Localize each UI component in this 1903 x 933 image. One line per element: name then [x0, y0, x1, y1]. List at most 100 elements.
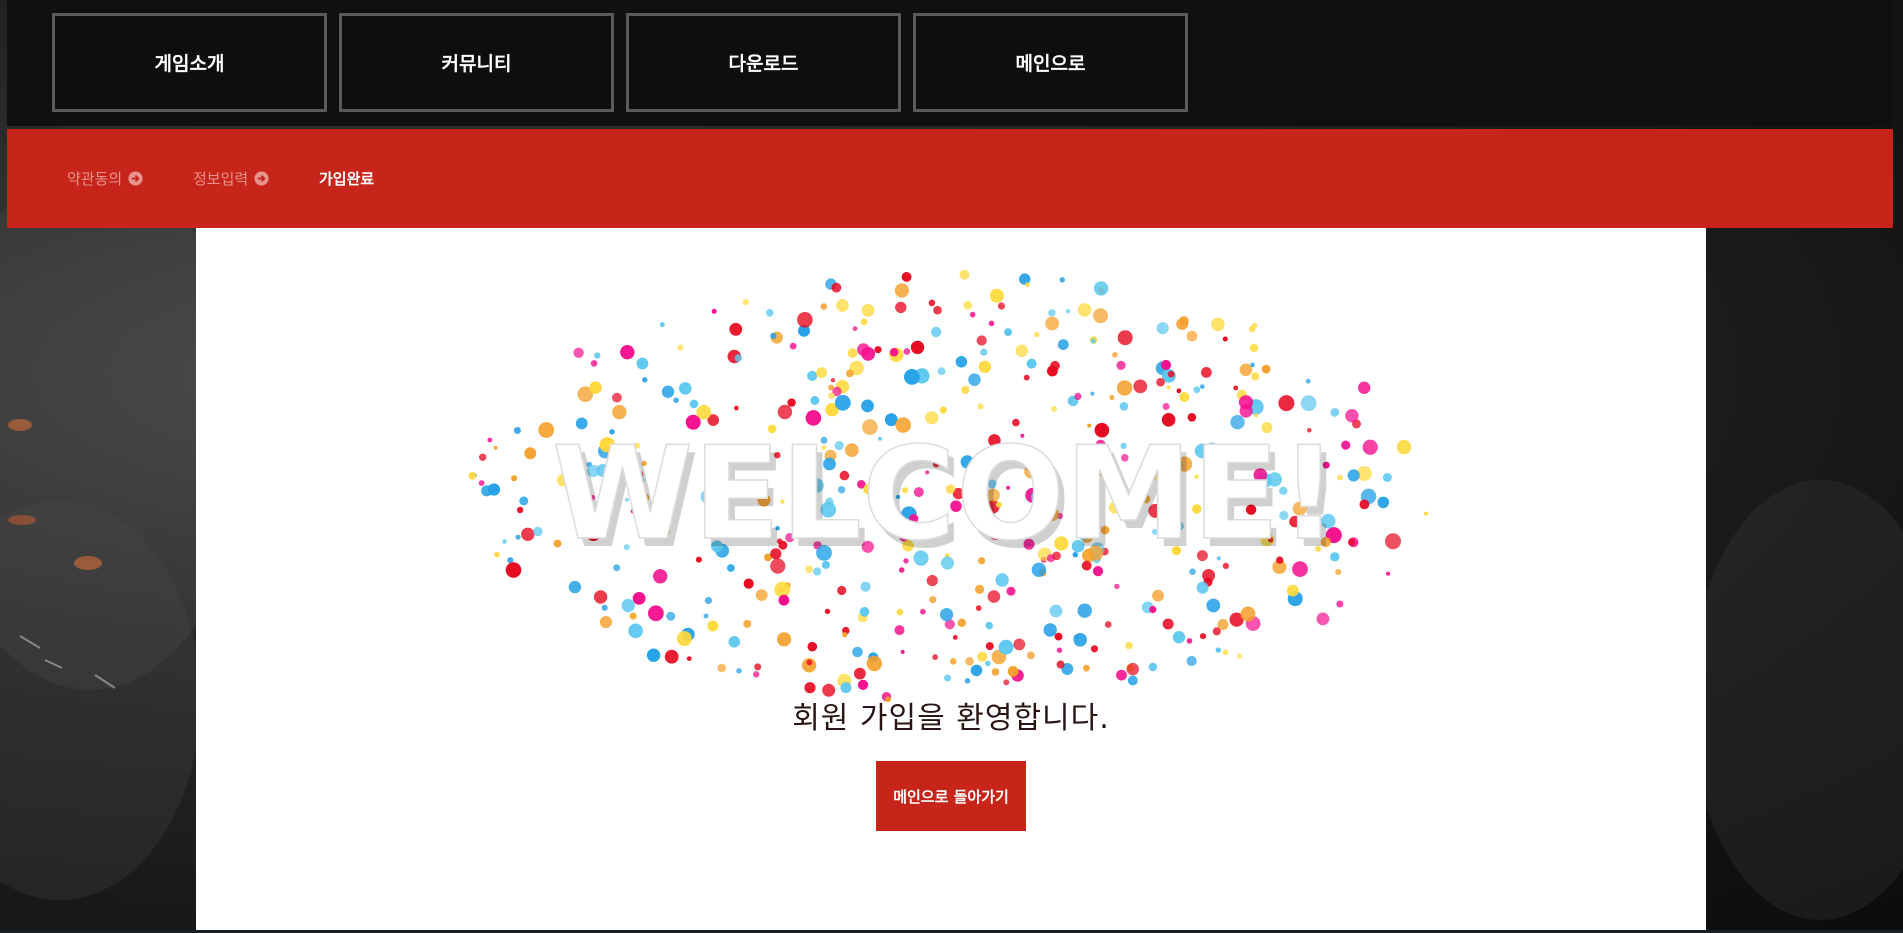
- confetti-dot: [1116, 360, 1126, 370]
- confetti-dot: [807, 370, 818, 381]
- confetti-dot: [950, 658, 957, 665]
- confetti-dot: [861, 399, 874, 413]
- confetti-dot: [1056, 647, 1063, 653]
- confetti-dot: [755, 589, 768, 601]
- confetti-dot: [620, 345, 635, 360]
- confetti-dot: [766, 309, 774, 317]
- nav-community-button[interactable]: 커뮤니티: [339, 13, 614, 112]
- confetti-dot: [1156, 377, 1165, 387]
- confetti-dot: [1359, 499, 1370, 510]
- confetti-dot: [676, 631, 692, 647]
- confetti-dot: [642, 377, 648, 383]
- confetti-dot: [920, 608, 926, 615]
- confetti-dot: [478, 480, 485, 486]
- confetti-dot: [679, 382, 692, 395]
- confetti-dot: [937, 367, 946, 376]
- back-to-main-button[interactable]: 메인으로 돌아가기: [876, 761, 1026, 831]
- confetti-dot: [1200, 384, 1205, 389]
- confetti-dot: [988, 320, 995, 327]
- confetti-dot: [1377, 496, 1390, 509]
- confetti-dot: [836, 299, 849, 312]
- confetti-dot: [930, 326, 942, 338]
- confetti-dot: [481, 485, 493, 497]
- confetti-dot: [1127, 675, 1138, 686]
- confetti-dot: [1237, 653, 1243, 659]
- nav-download-button[interactable]: 다운로드: [626, 13, 901, 112]
- confetti-dot: [632, 592, 646, 605]
- confetti-dot: [1093, 281, 1109, 296]
- confetti-dot: [976, 335, 987, 346]
- confetti-dot: [1059, 277, 1065, 283]
- confetti-dot: [970, 664, 983, 677]
- confetti-dot: [659, 322, 665, 328]
- confetti-dot: [502, 539, 507, 544]
- confetti-dot: [1215, 647, 1221, 653]
- confetti-dot: [743, 619, 752, 628]
- confetti-dot: [1114, 583, 1120, 590]
- confetti-dot: [754, 663, 762, 671]
- confetti-dot: [987, 590, 1001, 603]
- confetti-dot: [1336, 600, 1344, 608]
- confetti-dot: [859, 607, 870, 617]
- confetti-dot: [703, 613, 709, 619]
- step-label: 정보입력: [193, 170, 249, 188]
- welcome-banner-text: WELCOME!: [552, 420, 1338, 569]
- confetti-dot: [806, 659, 813, 666]
- confetti-dot: [1057, 339, 1069, 350]
- confetti-dot: [1090, 391, 1095, 396]
- confetti-dot: [1186, 655, 1197, 667]
- confetti-dot: [896, 608, 904, 616]
- top-navigation: 게임소개 커뮤니티 다운로드 메인으로: [7, 0, 1893, 126]
- confetti-dot: [854, 667, 866, 680]
- confetti-dot: [860, 581, 871, 592]
- confetti-dot: [969, 311, 976, 318]
- confetti-dot: [521, 527, 535, 541]
- confetti-dot: [778, 594, 790, 606]
- confetti-dot: [728, 636, 741, 648]
- confetti-dot: [866, 655, 882, 672]
- confetti-dot: [696, 404, 712, 420]
- confetti-dot: [629, 612, 637, 620]
- confetti-dot: [1104, 621, 1112, 628]
- confetti-dot: [1148, 662, 1158, 672]
- confetti-dot: [636, 357, 649, 370]
- confetti-dot: [1054, 632, 1063, 641]
- confetti-dot: [1199, 633, 1207, 640]
- confetti-dot: [964, 678, 971, 684]
- nav-game-intro-button[interactable]: 게임소개: [52, 13, 327, 112]
- confetti-dot: [1160, 359, 1172, 371]
- confetti-dot: [1345, 409, 1359, 423]
- confetti-dot: [1316, 612, 1330, 626]
- confetti-dot: [1222, 336, 1228, 342]
- confetti-dot: [661, 385, 675, 398]
- confetti-dot: [686, 656, 692, 661]
- confetti-dot: [900, 649, 905, 654]
- confetti-dot: [468, 471, 477, 480]
- confetti-dot: [1090, 645, 1099, 653]
- confetti-dot: [1347, 538, 1356, 546]
- confetti-dot: [1193, 386, 1201, 394]
- confetti-dot: [717, 663, 726, 673]
- confetti-dot: [519, 496, 529, 506]
- confetti-dot: [847, 348, 858, 358]
- confetti-dot: [963, 300, 973, 310]
- confetti-dot: [1300, 395, 1317, 412]
- confetti-dot: [1396, 439, 1412, 455]
- nav-main-button[interactable]: 메인으로: [913, 13, 1188, 112]
- confetti-dot: [646, 648, 661, 662]
- confetti-dot: [985, 621, 993, 630]
- confetti-dot: [1074, 392, 1082, 400]
- confetti-dot: [894, 625, 905, 636]
- confetti-dot: [734, 405, 739, 411]
- confetti-dot: [1126, 662, 1139, 676]
- confetti-dot: [939, 406, 947, 414]
- confetti-dot: [889, 347, 899, 357]
- confetti-dot: [1023, 374, 1030, 381]
- confetti-dot: [753, 671, 760, 678]
- confetti-dot: [589, 381, 602, 394]
- confetti-dot: [601, 604, 608, 611]
- confetti-dot: [991, 668, 1000, 676]
- confetti-dot: [984, 660, 991, 667]
- confetti-dot: [493, 445, 498, 450]
- confetti-dot: [894, 283, 909, 298]
